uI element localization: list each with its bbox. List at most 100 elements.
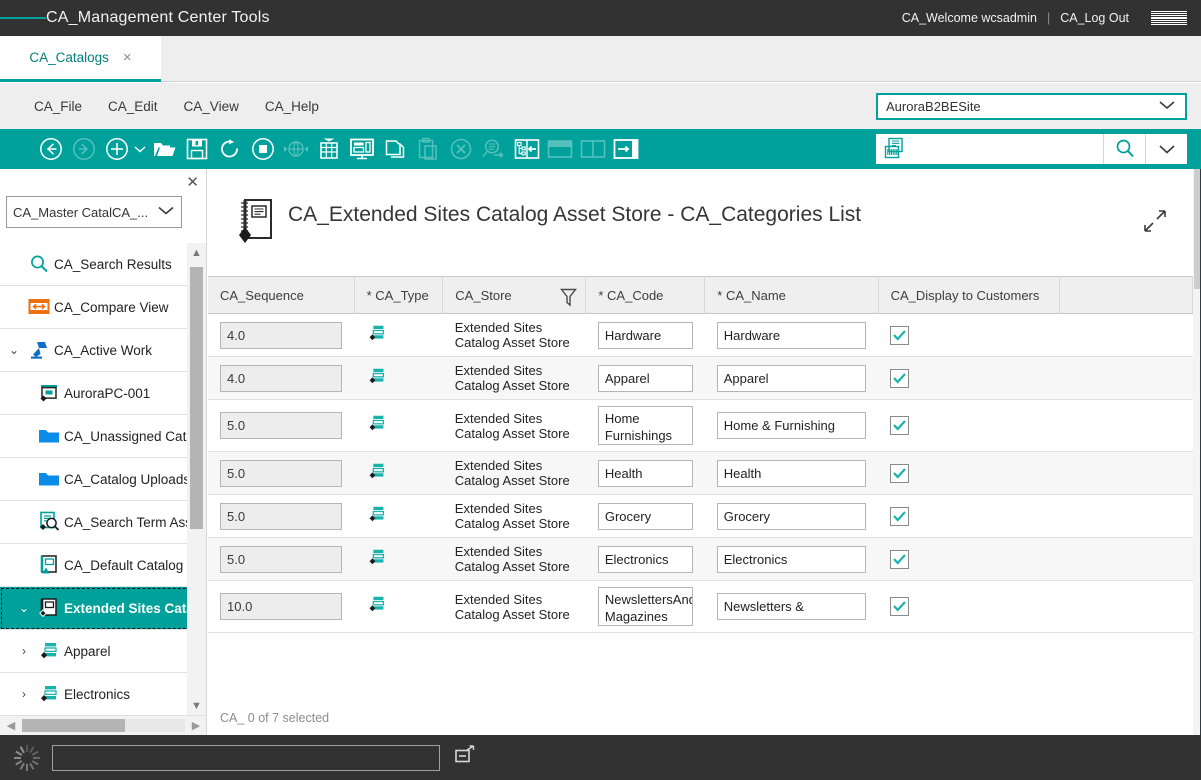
- stop-icon[interactable]: [246, 134, 279, 164]
- cell-display-to-customers[interactable]: [878, 313, 1060, 357]
- cell-display-to-customers[interactable]: [878, 580, 1060, 633]
- table-icon[interactable]: [312, 134, 345, 164]
- tree-vertical-scrollbar[interactable]: ▲: [187, 243, 206, 709]
- search-dropdown-icon[interactable]: [1145, 134, 1187, 164]
- sequence-input[interactable]: 5.0: [220, 459, 343, 487]
- cell-name[interactable]: Grocery: [704, 494, 879, 538]
- menu-item-view[interactable]: CA_View: [184, 99, 239, 114]
- new-dropdown-caret-icon[interactable]: [133, 134, 147, 164]
- chevron-left-icon[interactable]: ◀: [0, 719, 22, 732]
- toolbar-search-box[interactable]: [876, 134, 1187, 164]
- tree-item-unassigned-catalog[interactable]: CA_Unassigned Catalog: [0, 415, 206, 458]
- menu-item-edit[interactable]: CA_Edit: [108, 99, 158, 114]
- cell-display-to-customers[interactable]: [878, 356, 1060, 400]
- menu-item-help[interactable]: CA_Help: [265, 99, 319, 114]
- expand-icon[interactable]: [1143, 209, 1167, 238]
- cell-display-to-customers[interactable]: [878, 451, 1060, 495]
- tree-twisty-expanded[interactable]: ⌄: [14, 601, 34, 615]
- column-header-name[interactable]: * CA_Name: [704, 276, 879, 314]
- column-header-code[interactable]: * CA_Code: [585, 276, 706, 314]
- sequence-input[interactable]: 10.0: [220, 593, 343, 620]
- tree-twisty-expanded[interactable]: ⌄: [4, 343, 24, 357]
- log-out-link[interactable]: CA_Log Out: [1060, 11, 1129, 25]
- status-bar-input[interactable]: [52, 744, 440, 771]
- sequence-input[interactable]: 5.0: [220, 545, 343, 573]
- tree-hscroll-thumb[interactable]: [22, 719, 125, 732]
- chevron-up-icon[interactable]: ▲: [187, 243, 206, 262]
- tree-horizontal-scrollbar[interactable]: ◀ ▶: [0, 715, 206, 735]
- sequence-input[interactable]: 5.0: [220, 412, 343, 439]
- display-to-customers-checkbox[interactable]: [890, 597, 910, 616]
- cell-sequence[interactable]: 4.0: [208, 313, 355, 357]
- table-row[interactable]: 5.0 Extended Sites Catalog Asset Store Hom…: [208, 399, 1193, 452]
- table-row[interactable]: 5.0 Extended Sites Catalog Asset Store Hea…: [208, 451, 1193, 495]
- tree-item-compare-view[interactable]: CA_Compare View: [0, 286, 206, 329]
- tab-catalogs[interactable]: CA_Catalogs ×: [0, 36, 161, 82]
- tree-item-search-results[interactable]: CA_Search Results: [0, 243, 206, 286]
- display-to-customers-checkbox[interactable]: [890, 463, 910, 483]
- code-input[interactable]: Health: [597, 459, 693, 487]
- search-icon[interactable]: [1103, 134, 1145, 164]
- name-input[interactable]: Hardware: [716, 321, 867, 349]
- display-to-customers-checkbox[interactable]: [890, 325, 910, 345]
- copy-icon[interactable]: [378, 134, 411, 164]
- column-header-store[interactable]: CA_Store: [442, 276, 587, 314]
- cell-sequence[interactable]: 5.0: [208, 494, 355, 538]
- display-to-customers-checkbox[interactable]: [890, 368, 910, 388]
- chevron-down-icon[interactable]: ▼: [187, 696, 206, 715]
- code-input[interactable]: Hardware: [597, 321, 693, 349]
- cell-code[interactable]: Apparel: [585, 356, 705, 400]
- toolbar-search-input[interactable]: [918, 134, 1103, 164]
- tree-hscroll-track[interactable]: [22, 719, 185, 732]
- tree-item-electronics[interactable]: › Electronics: [0, 673, 206, 709]
- tree-item-aurorapc-001[interactable]: AuroraPC-001: [0, 372, 206, 415]
- close-icon[interactable]: ✕: [186, 175, 199, 190]
- cell-code[interactable]: Electronics: [585, 537, 705, 581]
- table-row[interactable]: 4.0 Extended Sites Catalog Asset Store App…: [208, 356, 1193, 400]
- close-icon[interactable]: ×: [123, 50, 132, 65]
- tree-item-active-work[interactable]: ⌄ CA_Active Work: [0, 329, 206, 372]
- tree-twisty-collapsed[interactable]: ›: [14, 644, 34, 658]
- tree-item-search-term-association[interactable]: CA_Search Term Asso: [0, 501, 206, 544]
- cell-display-to-customers[interactable]: [878, 537, 1060, 581]
- refresh-icon[interactable]: [213, 134, 246, 164]
- table-row[interactable]: 10.0 Extended Sites Catalog Asset Store Ne…: [208, 580, 1193, 633]
- cell-name[interactable]: Hardware: [704, 313, 879, 357]
- sequence-input[interactable]: 5.0: [220, 502, 343, 530]
- tree-item-default-catalog[interactable]: CA_Default Catalog: [0, 544, 206, 587]
- preview-monitor-icon[interactable]: [345, 134, 378, 164]
- code-input[interactable]: Grocery: [597, 502, 693, 530]
- cell-display-to-customers[interactable]: [878, 494, 1060, 538]
- table-row[interactable]: 5.0 Extended Sites Catalog Asset Store Gro…: [208, 494, 1193, 538]
- back-icon[interactable]: [34, 134, 67, 164]
- show-in-tree-icon[interactable]: [510, 134, 543, 164]
- cell-display-to-customers[interactable]: [878, 399, 1060, 452]
- cell-code[interactable]: NewslettersAnd Magazines: [585, 580, 705, 633]
- name-input[interactable]: Apparel: [716, 364, 867, 392]
- code-input[interactable]: NewslettersAnd Magazines: [597, 587, 693, 626]
- tree-item-extended-sites-catalog[interactable]: ⌄ Extended Sites Catalog: [0, 587, 206, 630]
- filter-icon[interactable]: [560, 288, 578, 310]
- cell-code[interactable]: Health: [585, 451, 705, 495]
- chevron-right-icon[interactable]: ▶: [185, 719, 206, 732]
- column-header-display-to-customers[interactable]: CA_Display to Customers: [878, 276, 1060, 314]
- table-row[interactable]: 4.0 Extended Sites Catalog Asset Store Har…: [208, 313, 1193, 357]
- table-row[interactable]: 5.0 Extended Sites Catalog Asset Store Ele…: [208, 537, 1193, 581]
- site-select-dropdown[interactable]: AuroraB2BESite: [876, 93, 1187, 120]
- tree-vscroll-thumb[interactable]: [190, 267, 203, 529]
- cell-sequence[interactable]: 4.0: [208, 356, 355, 400]
- display-to-customers-checkbox[interactable]: [890, 549, 910, 569]
- open-folder-icon[interactable]: [147, 134, 180, 164]
- tree-item-apparel[interactable]: › Apparel: [0, 630, 206, 673]
- hamburger-menu-icon[interactable]: [0, 0, 46, 36]
- restore-window-icon[interactable]: [454, 744, 476, 771]
- cell-name[interactable]: Apparel: [704, 356, 879, 400]
- cell-sequence[interactable]: 10.0: [208, 580, 355, 633]
- cell-sequence[interactable]: 5.0: [208, 451, 355, 495]
- tree-item-catalog-uploads[interactable]: CA_Catalog Uploads: [0, 458, 206, 501]
- menu-item-file[interactable]: CA_File: [34, 99, 82, 114]
- sequence-input[interactable]: 4.0: [220, 321, 343, 349]
- column-header-sequence[interactable]: CA_Sequence: [208, 276, 355, 314]
- cell-sequence[interactable]: 5.0: [208, 537, 355, 581]
- name-input[interactable]: Home & Furnishing: [716, 412, 867, 439]
